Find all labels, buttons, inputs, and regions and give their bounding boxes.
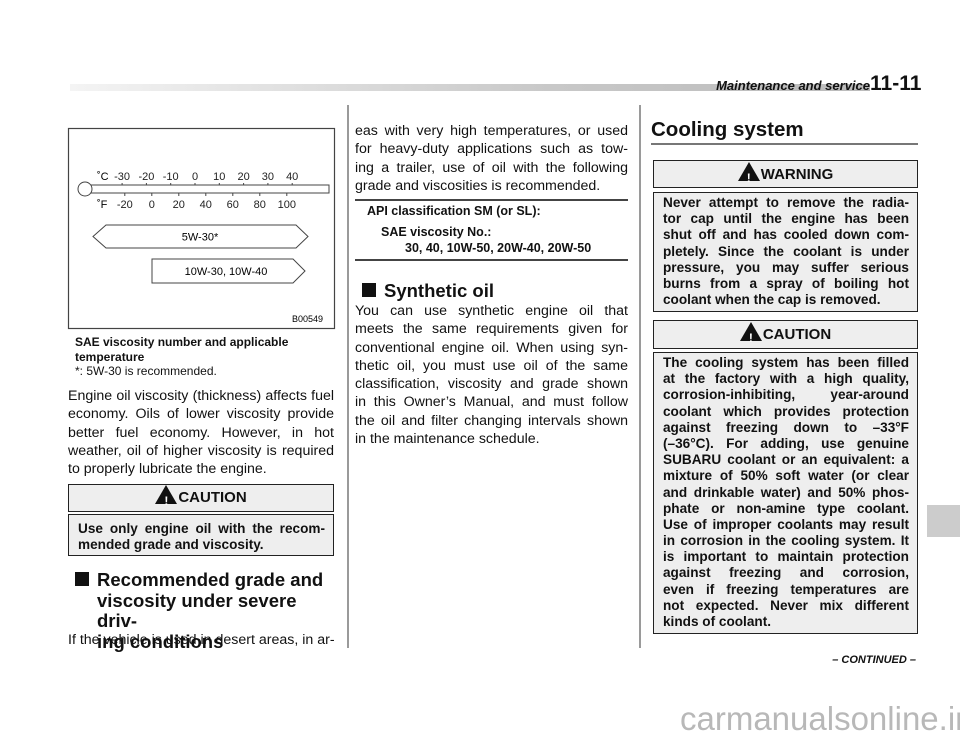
text-line: against freezing down to –33°F (663, 419, 909, 435)
text-line: against freezing and corrosion, (663, 565, 909, 581)
text-line: Engine oil viscosity (thickness) affects… (68, 388, 334, 404)
sae-viscosity-label: SAE viscosity No.: (381, 225, 492, 239)
heading-underline (651, 143, 918, 145)
warning-triangle-icon (739, 322, 762, 352)
caption-line: temperature (75, 349, 145, 364)
text-line: mixture of 50% soft water (or clear (663, 468, 909, 484)
text-line: economy. Oils of lower viscosity provide (68, 406, 334, 423)
divider (355, 259, 628, 261)
cooling-system-heading: Cooling system (651, 118, 804, 141)
text-line: burns from a spray of boiling hot (663, 275, 909, 291)
fahrenheit-tick-label: 0 (149, 199, 155, 211)
fahrenheit-label: ˚F (97, 199, 108, 211)
warning-header: WARNING (653, 160, 918, 192)
text-line: mended grade and viscosity. (78, 537, 264, 553)
text-line: grade and viscosities is recommended. (355, 177, 601, 194)
text-line: at the factory with a high quality, (663, 371, 909, 387)
figure-code: B00549 (292, 314, 323, 324)
grade-5w30-label: 5W-30* (182, 232, 219, 244)
text-line: conventional engine oil. When using syn- (355, 339, 628, 356)
celsius-tick-label: 40 (286, 171, 298, 183)
fahrenheit-tick-label: -20 (117, 199, 133, 211)
caption-line: SAE viscosity number and applicable (75, 335, 289, 349)
text-line: Use of improper coolants may result (663, 516, 909, 532)
text-line: and drinkable water) and 50% phos- (663, 484, 909, 500)
text-line: coolant when the cap is removed. (663, 292, 881, 308)
text-line: shut off and has cooled down com- (663, 227, 909, 243)
fahrenheit-tick-label: 20 (173, 199, 185, 211)
text-line: meets the same requirements given for (355, 321, 628, 338)
text-line: better fuel economy. However, in hot (68, 424, 334, 441)
synthetic-oil-heading: Synthetic oil (362, 280, 494, 302)
celsius-label: ˚C (97, 171, 109, 183)
text-line: If the vehicle is used in desert areas, … (68, 632, 335, 648)
grade-10w-label: 10W-30, 10W-40 (185, 266, 268, 278)
viscosity-paragraph: Engine oil viscosity (thickness) affects… (68, 387, 334, 478)
text-line: phate or non-amine type coolant. (663, 500, 909, 516)
figure-footnote: *: 5W-30 is recommended. (75, 364, 217, 378)
severe-conditions-paragraph: If the vehicle is used in desert areas, … (68, 631, 335, 649)
cooling-caution-body: The cooling system has been filled at the… (653, 352, 918, 634)
text-line: classification, viscosity and grade show… (355, 376, 628, 393)
divider (355, 199, 628, 201)
celsius-tick-label: -20 (138, 171, 154, 183)
text-line: eas with very high temperatures, or used (355, 123, 628, 139)
text-line: thetic oil, you must use oil of the same (355, 357, 628, 374)
text-line: ing a trailer, use of oil with the follo… (355, 159, 628, 176)
text-line: pressure, you may suffer serious (663, 259, 909, 275)
text-line: Never attempt to remove the radia- (663, 195, 909, 210)
text-line: in corrosion in the cooling system. It (663, 533, 909, 549)
text-line: pletely. Since the coolant is under (663, 243, 909, 259)
celsius-tick-label: 10 (213, 171, 225, 183)
continued-label: – CONTINUED – (832, 654, 916, 666)
watermark: carmanualsonline.info (680, 700, 960, 737)
text-line: for heavy-duty applications such as tow- (355, 141, 628, 158)
bullet-square-icon (75, 572, 89, 586)
text-line: coolant which provides protection (663, 403, 909, 419)
text-line: even if freezing temperatures are (663, 581, 909, 597)
warning-triangle-icon (737, 162, 760, 192)
chapter-tab (927, 505, 960, 537)
synthetic-oil-paragraph: You can use synthetic engine oil that mee… (355, 302, 628, 448)
fahrenheit-tick-label: 80 (254, 199, 266, 211)
warning-body: Never attempt to remove the radia-tor ca… (653, 192, 918, 312)
text-line: not expected. Never mix different (663, 597, 909, 613)
figure-caption: SAE viscosity number and applicable temp… (75, 335, 288, 364)
api-classification: API classification SM (or SL): (367, 204, 541, 218)
manual-page: Maintenance and service 11-11 -30 -20 -10 0… (0, 0, 960, 742)
severe-conditions-continued: eas with very high temperatures, or used… (355, 122, 628, 195)
fahrenheit-tick-label: 100 (278, 199, 296, 211)
sae-viscosity-values: 30, 40, 10W-50, 20W-40, 20W-50 (405, 241, 592, 255)
text-line: the oil and filter changing intervals sh… (355, 412, 628, 429)
caution-body: Use only engine oil with the recom-mende… (68, 514, 334, 556)
fahrenheit-tick-label: 60 (227, 199, 239, 211)
warning-triangle-icon (155, 485, 178, 514)
celsius-tick-label: -30 (114, 171, 130, 183)
text-line: tor cap until the engine has been (663, 211, 909, 227)
celsius-tick-label: 0 (192, 171, 198, 183)
text-line: You can use synthetic engine oil that (355, 303, 628, 319)
text-line: to properly lubricate the engine. (68, 461, 267, 478)
caution-header: CAUTION (653, 320, 918, 352)
text-line: Use only engine oil with the recom- (78, 521, 325, 536)
text-line: The cooling system has been filled (663, 355, 909, 370)
bullet-square-icon (362, 283, 376, 297)
text-line: SUBARU coolant or an equivalent: a (663, 452, 909, 468)
fahrenheit-tick-label: 40 (200, 199, 212, 211)
text-line: corrosion-inhibiting, year-around (663, 387, 909, 403)
text-line: in this Owner’s Manual, and must follow (355, 394, 628, 411)
celsius-tick-label: -10 (163, 171, 179, 183)
thermometer-bulb (77, 181, 93, 197)
thermometer-tube (90, 184, 330, 194)
text-line: (–36°C). For adding, use genuine (663, 435, 909, 451)
text-line: weather, oil of higher viscosity is requ… (68, 442, 334, 459)
text-line: in the maintenance schedule. (355, 431, 540, 448)
text-line: kinds of coolant. (663, 614, 771, 629)
caution-header: CAUTION (68, 484, 334, 514)
celsius-tick-label: 20 (237, 171, 249, 183)
celsius-tick-label: 30 (262, 171, 274, 183)
text-line: is important to maintain protection (663, 549, 909, 565)
